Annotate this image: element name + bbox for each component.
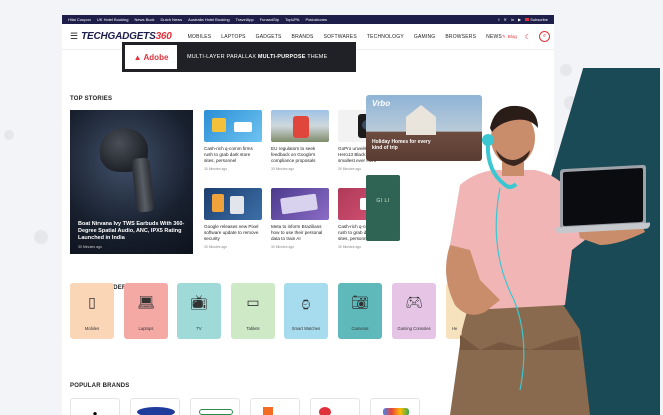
story-card[interactable]: Google releases new Pixel software updat…: [204, 188, 262, 249]
brand-oppo[interactable]: [190, 398, 240, 415]
brand-samsung[interactable]: [130, 398, 180, 415]
hero-story[interactable]: Boat Nirvana Ivy TWS Earbuds With 360-De…: [70, 110, 193, 254]
story-title: Google releases new Pixel software updat…: [204, 224, 259, 241]
laptop-icon: 💻︎: [137, 294, 155, 310]
story-time: 30 Minutes ago: [271, 167, 295, 171]
story-title: Cash-rich q-comm firms rush to grab dark…: [204, 146, 253, 163]
laptop-screen: [560, 164, 646, 230]
side-ad-text: GI LI: [376, 198, 390, 204]
tv-icon: 📺︎: [190, 294, 208, 310]
story-title: Meta to inform Brazilians how to use the…: [271, 224, 323, 241]
mobile-icon: ▯: [88, 294, 96, 310]
story-title: EU regulators to seek feedback on Google…: [271, 146, 316, 163]
product-label: Smart Watches: [291, 326, 321, 331]
person-holding-laptop-image: [446, 105, 645, 415]
story-time: 30 Minutes ago: [204, 167, 228, 171]
side-ad[interactable]: GI LI: [366, 175, 400, 241]
product-label: Laptops: [138, 326, 154, 331]
story-time: 30 Minutes ago: [338, 167, 362, 171]
story-time: 30 Minutes ago: [204, 245, 228, 249]
story-time: 30 Minutes ago: [338, 245, 362, 249]
brand-xiaomi[interactable]: [250, 398, 300, 415]
camera-icon: 📷︎: [351, 294, 369, 310]
product-label: Gaming Consoles: [397, 326, 431, 331]
product-label: TV: [196, 326, 202, 331]
story-time: 30 Minutes ago: [271, 245, 295, 249]
hero-time: 30 Minutes ago: [78, 245, 102, 249]
vrbo-logo: Vrbo: [372, 99, 391, 108]
laptop-image: [556, 164, 652, 237]
samsung-logo-icon: [137, 407, 175, 415]
story-card[interactable]: Cash-rich q-comm firms rush to grab dark…: [204, 110, 262, 171]
story-thumb: [271, 188, 329, 220]
brand-huawei[interactable]: [310, 398, 360, 415]
product-label: Tablets: [246, 326, 260, 331]
product-label: Mobiles: [84, 326, 100, 331]
product-cameras[interactable]: 📷︎ Cameras: [338, 283, 382, 339]
product-gaming-consoles[interactable]: 🎮︎ Gaming Consoles: [392, 283, 436, 339]
story-card[interactable]: Meta to inform Brazilians how to use the…: [271, 188, 329, 249]
tablet-icon: ▭: [246, 294, 260, 310]
google-logo-icon: [383, 408, 409, 415]
popular-brands-heading: POPULAR BRANDS: [70, 383, 130, 389]
earbud-stem-image: [131, 157, 155, 213]
console-icon: 🎮︎: [405, 294, 423, 310]
huawei-logo-icon: [319, 407, 331, 415]
watch-icon: ⌚︎: [299, 297, 313, 313]
vrbo-caption: Holiday Homes for every kind of trip: [372, 139, 431, 151]
product-smart-watches[interactable]: ⌚︎ Smart Watches: [284, 283, 328, 339]
story-thumb: [204, 110, 262, 142]
oppo-logo-icon: [199, 409, 233, 415]
product-tv[interactable]: 📺︎ TV: [177, 283, 221, 339]
product-laptops[interactable]: 💻︎ Laptops: [124, 283, 168, 339]
apple-logo-icon: ●: [92, 409, 98, 415]
story-card[interactable]: EU regulators to seek feedback on Google…: [271, 110, 329, 171]
product-mobiles[interactable]: ▯ Mobiles: [70, 283, 114, 339]
story-thumb: [271, 110, 329, 142]
brand-google[interactable]: [370, 398, 420, 415]
story-thumb: [204, 188, 262, 220]
product-tablets[interactable]: ▭ Tablets: [231, 283, 275, 339]
product-label: Cameras: [351, 326, 369, 331]
brand-apple[interactable]: ●: [70, 398, 120, 415]
hero-title: Boat Nirvana Ivy TWS Earbuds With 360-De…: [78, 221, 185, 241]
xiaomi-logo-icon: [263, 407, 273, 415]
